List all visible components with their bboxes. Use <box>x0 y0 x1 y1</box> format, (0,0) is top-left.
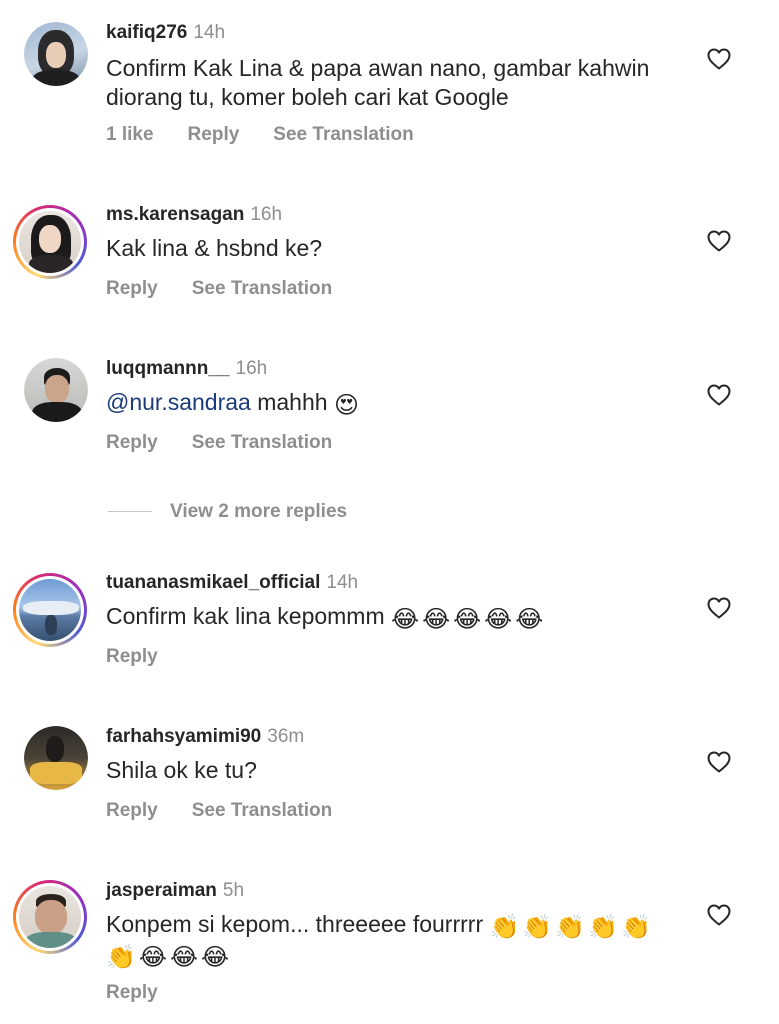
avatar[interactable] <box>13 573 87 647</box>
avatar[interactable] <box>13 880 87 954</box>
tears-of-joy-emoji: 😂 <box>453 606 482 633</box>
comment-header: farhahsyamimi90 36m <box>106 726 304 748</box>
username[interactable]: kaifiq276 <box>106 22 187 43</box>
timestamp: 16h <box>235 358 268 379</box>
tears-of-joy-emoji: 😂 <box>138 944 167 971</box>
comment-text: Kak lina & hsbnd ke? <box>106 235 323 261</box>
avatar[interactable] <box>13 205 87 279</box>
comment-actions: Reply <box>106 982 192 1004</box>
username[interactable]: jasperaiman <box>106 880 217 901</box>
timestamp: 14h <box>326 572 359 593</box>
clap-emoji: 👏 <box>588 914 619 941</box>
comment-text: Confirm kak lina kepommm 😂 😂 😂 😂 😂 <box>106 602 666 632</box>
reply-button[interactable]: Reply <box>106 646 158 667</box>
comment-body: Confirm kak lina kepommm <box>106 603 385 629</box>
reply-button[interactable]: Reply <box>106 432 158 453</box>
comment-actions: Reply See Translation <box>106 278 366 300</box>
clap-emoji: 👏 <box>106 944 136 971</box>
comment-actions: Reply See Translation <box>106 432 366 454</box>
view-more-replies-button[interactable]: View 2 more replies <box>108 500 347 524</box>
reply-button[interactable]: Reply <box>106 278 158 299</box>
comment-body: Konpem si kepom... threeeee fourrrrr <box>106 911 484 937</box>
comment-body: mahhh <box>250 389 328 415</box>
comment-text: Konpem si kepom... threeeee fourrrrr 👏 👏 👏… <box>106 910 676 970</box>
heart-icon[interactable] <box>707 48 731 70</box>
divider-line <box>108 511 152 513</box>
username[interactable]: ms.karensagan <box>106 204 244 225</box>
comment-header: ms.karensagan 16h <box>106 204 282 226</box>
heart-icon[interactable] <box>707 597 731 619</box>
tears-of-joy-emoji: 😂 <box>484 606 513 633</box>
timestamp: 14h <box>193 22 226 43</box>
comment-text: Confirm Kak Lina & papa awan nano, gamba… <box>106 55 650 110</box>
clap-emoji: 👏 <box>522 914 553 941</box>
timestamp: 5h <box>222 880 245 901</box>
comment-actions: Reply See Translation <box>106 800 366 822</box>
comment-actions: 1 like Reply See Translation <box>106 124 448 146</box>
heart-eyes-emoji: 😍 <box>333 392 359 419</box>
like-count[interactable]: 1 like <box>106 124 154 145</box>
reply-button[interactable]: Reply <box>106 800 158 821</box>
heart-icon[interactable] <box>707 230 731 252</box>
tears-of-joy-emoji: 😂 <box>422 606 451 633</box>
heart-icon[interactable] <box>707 904 731 926</box>
see-translation-button[interactable]: See Translation <box>273 124 413 145</box>
comment-text: @nur.sandraa mahhh 😍 <box>106 388 666 418</box>
comment-actions: Reply <box>106 646 192 668</box>
username[interactable]: farhahsyamimi90 <box>106 726 261 747</box>
mention-link[interactable]: @nur.sandraa <box>106 389 251 415</box>
tears-of-joy-emoji: 😂 <box>391 606 420 633</box>
comment-header: kaifiq276 14h <box>106 22 225 44</box>
see-translation-button[interactable]: See Translation <box>192 800 332 821</box>
username[interactable]: luqqmannn__ <box>106 358 230 379</box>
avatar[interactable] <box>24 726 88 790</box>
see-translation-button[interactable]: See Translation <box>192 278 332 299</box>
tears-of-joy-emoji: 😂 <box>200 944 230 971</box>
heart-icon[interactable] <box>707 751 731 773</box>
clap-emoji: 👏 <box>489 914 520 941</box>
timestamp: 16h <box>250 204 283 225</box>
tears-of-joy-emoji: 😂 <box>169 944 198 971</box>
reply-button[interactable]: Reply <box>188 124 240 145</box>
reply-button[interactable]: Reply <box>106 982 158 1003</box>
timestamp: 36m <box>267 726 305 747</box>
clap-emoji: 👏 <box>621 914 651 941</box>
clap-emoji: 👏 <box>555 914 586 941</box>
comment-header: tuananasmikael_official 14h <box>106 572 358 594</box>
comment-text: Shila ok ke tu? <box>106 757 257 783</box>
username[interactable]: tuananasmikael_official <box>106 572 320 593</box>
view-more-replies-label: View 2 more replies <box>170 501 348 522</box>
comment-header: jasperaiman 5h <box>106 880 244 902</box>
avatar[interactable] <box>24 358 88 422</box>
see-translation-button[interactable]: See Translation <box>192 432 332 453</box>
heart-icon[interactable] <box>707 384 731 406</box>
avatar[interactable] <box>24 22 88 86</box>
comment-header: luqqmannn__ 16h <box>106 358 267 380</box>
tears-of-joy-emoji: 😂 <box>515 606 544 633</box>
